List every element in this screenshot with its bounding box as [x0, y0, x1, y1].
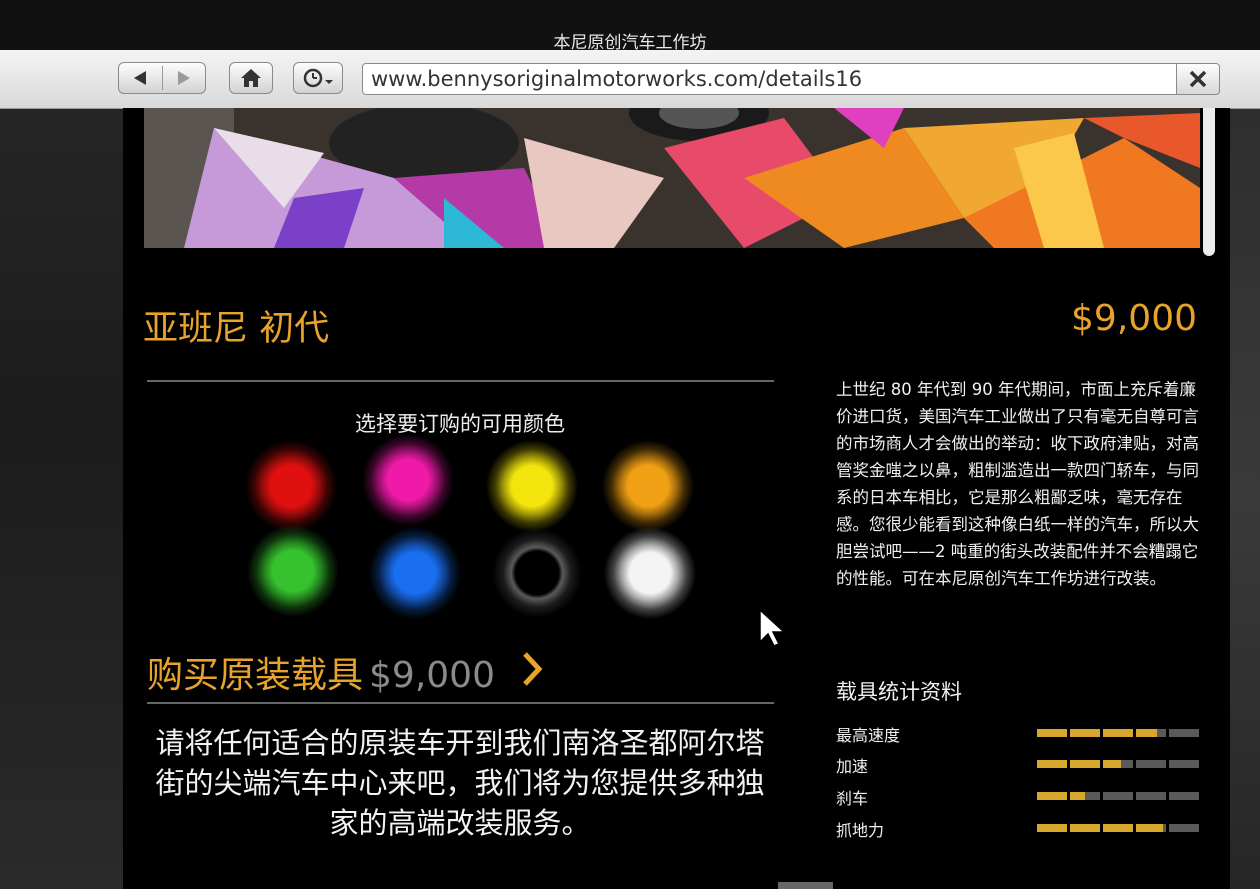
stat-bar-fill	[1037, 792, 1067, 800]
buy-vehicle-button[interactable]: 购买原装载具 $9,000	[147, 646, 495, 698]
back-arrow-icon	[134, 71, 146, 85]
stat-bar-segment	[1037, 824, 1067, 832]
forward-arrow-icon	[178, 71, 190, 85]
color-swatch-yellow[interactable]	[484, 438, 580, 534]
stat-bar-segment	[1070, 760, 1100, 768]
vehicle-banner-image	[144, 108, 1200, 248]
buy-price: $9,000	[369, 655, 495, 696]
stat-label: 刹车	[836, 789, 869, 808]
stat-bar-segment	[1070, 824, 1100, 832]
nav-buttons	[118, 62, 206, 94]
stat-bar-segment	[1136, 760, 1166, 768]
page-scrollbar[interactable]	[1203, 108, 1215, 256]
page-content: 亚班尼 初代 $9,000 选择要订购的可用颜色 购买原装载具 $9,000 请将…	[123, 108, 1230, 889]
buy-label: 购买原装载具	[147, 655, 364, 696]
stat-bar-fill	[1136, 729, 1157, 737]
stat-bar-segment	[1136, 729, 1166, 737]
mouse-cursor-icon	[759, 608, 784, 647]
stat-bar-segment	[1136, 824, 1166, 832]
title-bar: 本尼原创汽车工作坊	[0, 0, 1260, 53]
browser-toolbar: www.bennysoriginalmotorworks.com/details…	[0, 50, 1260, 109]
background-right	[1230, 108, 1260, 889]
stat-bar	[1037, 792, 1199, 800]
color-selector-title: 选择要订购的可用颜色	[355, 412, 565, 436]
instructions-text: 请将任何适合的原装车开到我们南洛圣都阿尔塔街的尖端汽车中心来吧，我们将为您提供多…	[155, 726, 765, 840]
stat-bar-segment	[1037, 792, 1067, 800]
vehicle-description: 上世纪 80 年代到 90 年代期间，市面上充斥着廉价进口货，美国汽车工业做出了…	[836, 380, 1199, 588]
livery-image	[144, 108, 1200, 248]
history-clock-icon	[303, 68, 333, 88]
vehicle-name: 亚班尼 初代	[143, 309, 330, 349]
stat-bar-fill	[1103, 760, 1121, 768]
divider-top	[147, 380, 774, 382]
stat-bar-fill	[1103, 824, 1133, 832]
stat-bar-segment	[1037, 760, 1067, 768]
chevron-right-icon[interactable]	[521, 651, 545, 687]
stat-bar-fill	[1070, 792, 1085, 800]
stat-label: 加速	[836, 757, 869, 776]
color-swatch-green[interactable]	[245, 523, 341, 619]
stat-bar-fill	[1070, 760, 1100, 768]
stat-bar-fill	[1037, 760, 1067, 768]
color-swatch-white[interactable]	[602, 525, 698, 621]
stat-bar-segment	[1103, 792, 1133, 800]
stat-bar-fill	[1103, 729, 1133, 737]
color-swatch-orange[interactable]	[600, 438, 696, 534]
color-swatch-red[interactable]	[243, 438, 339, 534]
stat-bar-segment	[1037, 729, 1067, 737]
stat-bar-segment	[1169, 792, 1199, 800]
stat-bar	[1037, 760, 1199, 768]
color-swatch-black[interactable]	[489, 525, 585, 621]
address-bar[interactable]: www.bennysoriginalmotorworks.com/details…	[362, 63, 1177, 95]
close-icon	[1189, 70, 1207, 88]
stat-label: 抓地力	[836, 821, 885, 840]
stat-bar-fill	[1037, 824, 1067, 832]
history-button[interactable]	[293, 62, 343, 94]
divider-bottom	[147, 702, 774, 704]
stat-bar-fill	[1037, 729, 1067, 737]
stat-bar-segment	[1169, 729, 1199, 737]
color-swatch-blue[interactable]	[367, 525, 463, 621]
stat-bar-segment	[1169, 760, 1199, 768]
stop-button[interactable]	[1176, 63, 1220, 95]
stat-bar	[1037, 729, 1199, 737]
stat-bar-segment	[1103, 824, 1133, 832]
horizontal-scrollbar[interactable]	[778, 882, 833, 889]
stat-bar-segment	[1169, 824, 1199, 832]
stat-bar-fill	[1070, 729, 1100, 737]
stat-bar-fill	[1070, 824, 1100, 832]
stat-bar-segment	[1103, 729, 1133, 737]
stat-bar-segment	[1103, 760, 1133, 768]
home-button[interactable]	[229, 62, 273, 94]
color-swatch-magenta[interactable]	[360, 432, 456, 528]
stat-bar-segment	[1136, 792, 1166, 800]
vehicle-price: $9,000	[1071, 298, 1197, 339]
stat-bar-segment	[1070, 729, 1100, 737]
stat-label: 最高速度	[836, 726, 901, 745]
stat-bar-segment	[1070, 792, 1100, 800]
background-left	[0, 108, 123, 889]
stats-title: 载具统计资料	[836, 680, 962, 704]
home-icon	[241, 69, 261, 87]
stat-bar-fill	[1136, 824, 1163, 832]
stat-bar	[1037, 824, 1199, 832]
